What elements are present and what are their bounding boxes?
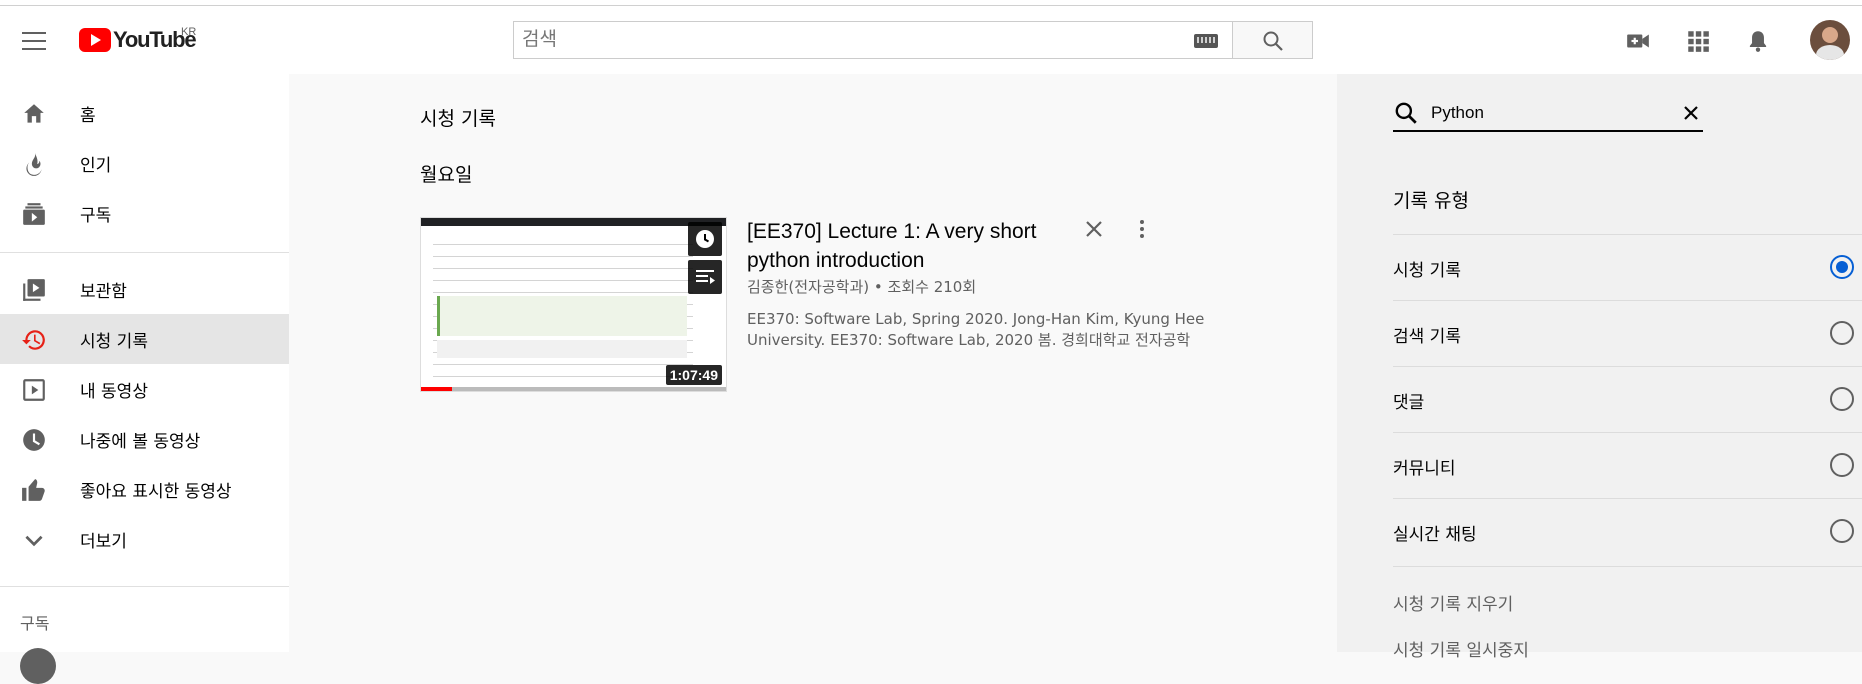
history-type-label: 커뮤니티	[1393, 459, 1456, 479]
keyboard-icon[interactable]	[1194, 34, 1218, 48]
more-actions-icon[interactable]	[1130, 217, 1154, 241]
clock-icon	[696, 230, 714, 248]
thumbnail-code-block	[437, 340, 687, 358]
sidebar-item-home[interactable]: 홈	[0, 88, 289, 138]
history-search-box	[1393, 94, 1703, 132]
thumbnail-browser-bar	[421, 218, 726, 226]
search-box	[513, 21, 1233, 59]
radio-button[interactable]	[1830, 453, 1854, 477]
channel-avatar[interactable]	[20, 648, 56, 684]
sidebar-item-label: 보관함	[80, 281, 127, 302]
history-filter-panel: 기록 유형 시청 기록 검색 기록 댓글 커뮤니티 실시간 채팅 시청 기록 지…	[1337, 74, 1862, 661]
clock-icon	[23, 429, 45, 451]
sidebar-item-label: 인기	[80, 155, 112, 176]
watch-later-button[interactable]	[688, 222, 722, 256]
video-item: 1:07:49 [EE370] Lecture 1: A very short …	[420, 217, 1240, 397]
masthead: YouTube KR	[0, 6, 1862, 74]
video-thumbnail[interactable]: 1:07:49	[420, 217, 727, 392]
meta-separator: •	[873, 278, 883, 296]
video-description: EE370: Software Lab, Spring 2020. Jong-H…	[747, 310, 1205, 349]
library-icon	[23, 279, 45, 301]
radio-button[interactable]	[1830, 387, 1854, 411]
history-type-community[interactable]: 커뮤니티	[1393, 432, 1862, 498]
search-button[interactable]	[1233, 21, 1313, 59]
pause-history-link[interactable]: 시청 기록 일시중지	[1393, 636, 1529, 661]
country-code: KR	[181, 26, 197, 38]
history-type-search[interactable]: 검색 기록	[1393, 300, 1862, 366]
view-count: 조회수 210회	[887, 278, 977, 296]
search-input[interactable]	[522, 22, 1182, 58]
history-main: 시청 기록 월요일 1:07:49 [EE370] Lecture 1: A v…	[289, 74, 1337, 652]
thumbnail-code-block	[437, 296, 687, 336]
history-type-label: 검색 기록	[1393, 327, 1461, 347]
youtube-logo-icon	[79, 28, 111, 52]
play-square-icon	[23, 379, 45, 401]
notifications-bell-icon[interactable]	[1745, 28, 1771, 54]
queue-icon	[696, 270, 715, 284]
chevron-down-icon	[25, 535, 43, 547]
apps-grid-icon[interactable]	[1685, 28, 1711, 54]
fire-icon	[26, 153, 42, 176]
sidebar-divider	[0, 586, 289, 587]
subscriptions-icon	[23, 203, 45, 225]
history-type-live-chat[interactable]: 실시간 채팅	[1393, 498, 1862, 564]
sidebar-item-label: 나중에 볼 동영상	[80, 431, 201, 452]
radio-button[interactable]	[1830, 519, 1854, 543]
day-heading: 월요일	[420, 164, 473, 186]
sidebar-item-label: 홈	[80, 105, 96, 126]
add-to-queue-button[interactable]	[688, 260, 722, 294]
history-type-label: 댓글	[1393, 393, 1425, 413]
sidebar-item-label: 좋아요 표시한 동영상	[80, 481, 232, 502]
sidebar-item-label: 내 동영상	[80, 381, 148, 402]
sidebar-item-library[interactable]: 보관함	[0, 264, 289, 314]
search-icon	[1263, 31, 1283, 51]
history-type-comments[interactable]: 댓글	[1393, 366, 1862, 432]
history-type-label: 시청 기록	[1393, 261, 1461, 281]
watch-progress-fill	[421, 387, 452, 391]
sidebar-item-label: 구독	[80, 205, 112, 226]
clear-search-icon[interactable]	[1679, 101, 1703, 125]
youtube-logo[interactable]: YouTube	[79, 26, 197, 54]
radio-button[interactable]	[1830, 321, 1854, 345]
sidebar-item-show-more[interactable]: 더보기	[0, 514, 289, 564]
sidebar-item-your-videos[interactable]: 내 동영상	[0, 364, 289, 414]
guide-sidebar: 홈 인기 구독 보관함 시청 기록 내 동영상 나중에 볼 동영상 좋아요 표시…	[0, 74, 289, 684]
video-title[interactable]: [EE370] Lecture 1: A very short python i…	[747, 217, 1087, 275]
sidebar-divider	[0, 252, 289, 253]
history-icon	[22, 330, 45, 350]
video-metadata: 김종한(전자공학과) • 조회수 210회	[747, 276, 976, 297]
create-video-icon[interactable]	[1625, 28, 1651, 54]
history-type-watch[interactable]: 시청 기록	[1393, 234, 1862, 300]
sidebar-item-trending[interactable]: 인기	[0, 138, 289, 188]
channel-name[interactable]: 김종한(전자공학과)	[747, 278, 869, 296]
history-type-title: 기록 유형	[1393, 190, 1469, 212]
search-icon	[1395, 102, 1417, 124]
home-icon	[24, 104, 44, 123]
thumb-up-icon	[22, 479, 45, 501]
sidebar-item-label: 더보기	[80, 531, 127, 552]
sidebar-item-history[interactable]: 시청 기록	[0, 314, 289, 364]
sidebar-item-label: 시청 기록	[80, 331, 148, 352]
page-title: 시청 기록	[420, 108, 496, 130]
subscriptions-section-title: 구독	[20, 614, 50, 633]
remove-from-history-icon[interactable]	[1082, 217, 1106, 241]
history-search-input[interactable]	[1431, 100, 1661, 126]
duration-badge: 1:07:49	[665, 365, 722, 385]
sidebar-item-watch-later[interactable]: 나중에 볼 동영상	[0, 414, 289, 464]
avatar[interactable]	[1810, 20, 1850, 60]
clear-history-link[interactable]: 시청 기록 지우기	[1393, 590, 1513, 615]
radio-button[interactable]	[1830, 255, 1854, 279]
sidebar-item-liked-videos[interactable]: 좋아요 표시한 동영상	[0, 464, 289, 514]
menu-icon[interactable]	[18, 28, 50, 52]
panel-divider	[1393, 566, 1862, 567]
history-type-label: 실시간 채팅	[1393, 525, 1477, 545]
watch-progress-bar	[421, 387, 726, 391]
sidebar-item-subscriptions[interactable]: 구독	[0, 188, 289, 238]
